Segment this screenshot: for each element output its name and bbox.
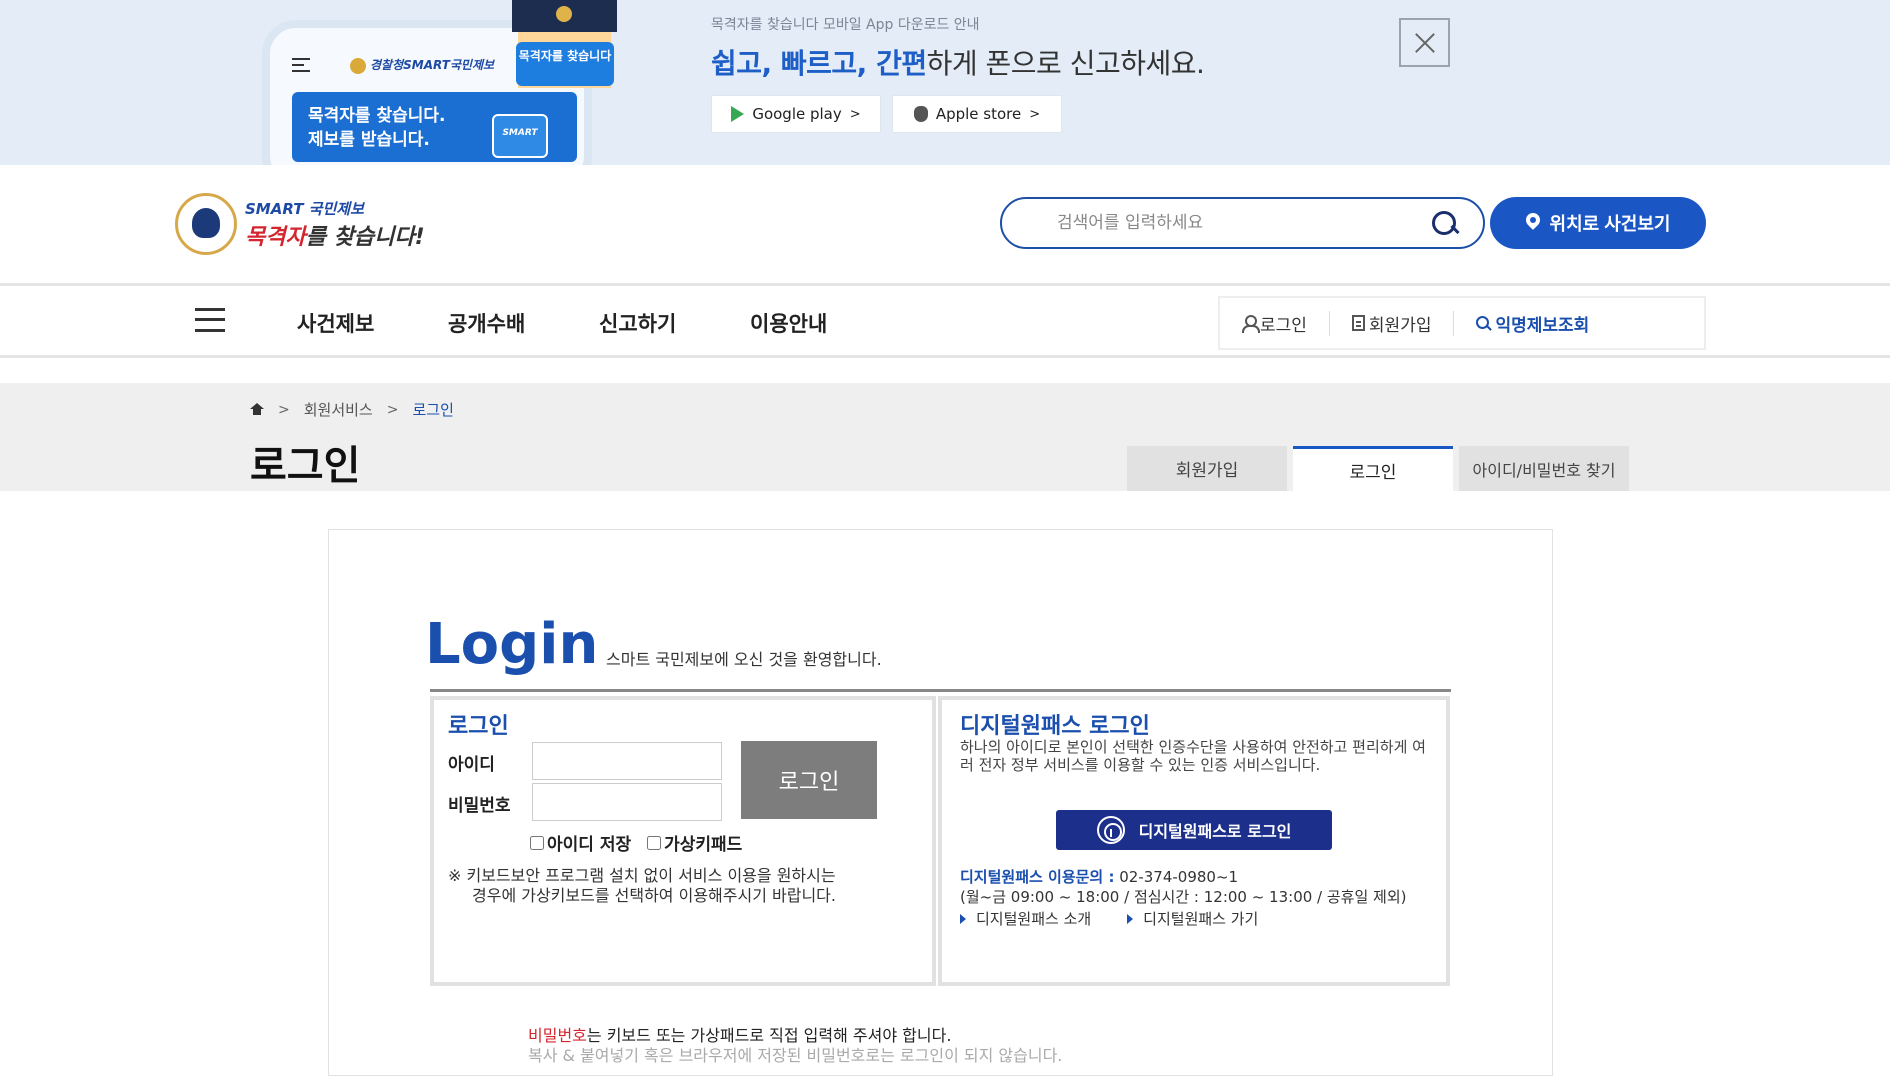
search-input[interactable] bbox=[1057, 209, 1407, 237]
banner-headline-highlight: 쉽고, 빠르고, 간편 bbox=[711, 47, 927, 80]
banner-headline: 쉽고, 빠르고, 간편하게 폰으로 신고하세요. bbox=[711, 42, 1205, 82]
page-title: 로그인 bbox=[250, 443, 361, 489]
document-icon bbox=[1351, 315, 1365, 331]
police-mascot: 목격자를 찾습니다 bbox=[512, 0, 617, 92]
digital-onepass-go-link[interactable]: 디지털원패스 가기 bbox=[1127, 908, 1258, 929]
google-play-button[interactable]: Google play > bbox=[711, 95, 881, 133]
mascot-sign: 목격자를 찾습니다 bbox=[516, 42, 614, 86]
phone-mini-logo: SMART bbox=[492, 114, 548, 158]
site-header: SMART 국민제보 목격자를 찾습니다! 위치로 사건보기 bbox=[0, 165, 1890, 283]
password-label: 비밀번호 bbox=[448, 796, 511, 816]
main-nav: 사건제보 공개수배 신고하기 이용안내 로그인 회원가입 익명제보조회 bbox=[0, 283, 1890, 358]
tab-find-id-password[interactable]: 아이디/비밀번호 찾기 bbox=[1459, 446, 1629, 491]
hamburger-menu-icon[interactable] bbox=[195, 308, 225, 332]
phone-card-line1: 목격자를 찾습니다. bbox=[308, 106, 446, 126]
login-button[interactable]: 로그인 bbox=[741, 741, 877, 819]
logo-text-top: SMART 국민제보 bbox=[245, 199, 364, 218]
police-emblem-icon bbox=[175, 193, 237, 255]
phone-app-card: 목격자를 찾습니다. 제보를 받습니다. SMART bbox=[292, 92, 577, 162]
view-by-location-button[interactable]: 위치로 사건보기 bbox=[1490, 197, 1706, 249]
triangle-right-icon bbox=[1127, 913, 1134, 924]
breadcrumb-member-service[interactable]: 회원서비스 bbox=[304, 399, 373, 420]
chevron-right-icon: > bbox=[278, 401, 290, 418]
login-heading: Login bbox=[425, 612, 599, 677]
close-icon[interactable] bbox=[1399, 18, 1450, 67]
utility-links: 로그인 회원가입 익명제보조회 bbox=[1218, 296, 1706, 350]
welcome-text: 스마트 국민제보에 오신 것을 환영합니다. bbox=[606, 650, 882, 669]
digital-onepass-login-button[interactable]: 디지털원패스로 로그인 bbox=[1056, 810, 1332, 850]
banner-headline-rest: 하게 폰으로 신고하세요. bbox=[926, 47, 1205, 80]
password-input[interactable] bbox=[532, 783, 722, 821]
breadcrumb-current[interactable]: 로그인 bbox=[412, 399, 453, 420]
triangle-right-icon bbox=[960, 913, 966, 924]
digital-onepass-description: 하나의 아이디로 본인이 선택한 인증수단을 사용하여 안전하고 편리하게 여러… bbox=[960, 738, 1426, 774]
util-signup-link[interactable]: 회원가입 bbox=[1328, 310, 1454, 336]
virtual-keypad-option[interactable]: 가상키패드 bbox=[647, 830, 742, 855]
keyboard-security-note: ※ 키보드보안 프로그램 설치 없이 서비스 이용을 원하시는 경우에 가상키보… bbox=[448, 866, 836, 905]
login-panel-title: 로그인 bbox=[448, 714, 509, 739]
login-panel: 로그인 아이디 비밀번호 로그인 아이디 저장 가상키패드 ※ 키보드보안 프로… bbox=[430, 696, 936, 986]
digital-onepass-panel: 디지털원패스 로그인 하나의 아이디로 본인이 선택한 인증수단을 사용하여 안… bbox=[938, 696, 1450, 986]
apple-store-button[interactable]: Apple store > bbox=[892, 95, 1062, 133]
magnifier-icon bbox=[1476, 315, 1491, 331]
nav-item-wanted[interactable]: 공개수배 bbox=[448, 308, 525, 338]
phone-card-line2: 제보를 받습니다. bbox=[308, 130, 430, 150]
fingerprint-icon bbox=[1096, 816, 1125, 844]
chevron-right-icon: > bbox=[849, 106, 861, 122]
digital-onepass-intro-link[interactable]: 디지털원패스 소개 bbox=[960, 908, 1091, 929]
save-id-option[interactable]: 아이디 저장 bbox=[530, 830, 631, 855]
chevron-right-icon: > bbox=[386, 401, 399, 418]
tab-login[interactable]: 로그인 bbox=[1293, 446, 1453, 491]
menu-icon bbox=[292, 58, 310, 72]
id-label: 아이디 bbox=[448, 755, 495, 775]
chevron-right-icon: > bbox=[1029, 106, 1041, 122]
id-input[interactable] bbox=[532, 742, 722, 780]
mascot-cap bbox=[512, 0, 617, 32]
nav-item-report[interactable]: 신고하기 bbox=[599, 308, 676, 338]
location-pin-icon bbox=[1526, 213, 1542, 233]
site-logo[interactable]: SMART 국민제보 목격자를 찾습니다! bbox=[175, 193, 425, 255]
banner-subtitle: 목격자를 찾습니다 모바일 App 다운로드 안내 bbox=[711, 17, 980, 33]
digital-onepass-title: 디지털원패스 로그인 bbox=[960, 714, 1150, 739]
logo-text-bottom: 목격자를 찾습니다! bbox=[245, 224, 425, 250]
phone-app-logo: 경찰청SMART국민제보 bbox=[350, 56, 494, 74]
util-anonymous-report-link[interactable]: 익명제보조회 bbox=[1453, 310, 1611, 336]
breadcrumb: > 회원서비스 > 로그인 bbox=[250, 399, 454, 420]
login-options: 아이디 저장 가상키패드 bbox=[530, 830, 742, 855]
nav-item-guide[interactable]: 이용안내 bbox=[750, 308, 827, 338]
person-icon bbox=[1242, 315, 1260, 333]
digital-onepass-inquiry: 디지털원패스 이용문의 : 02-374-0980~1 bbox=[960, 868, 1239, 886]
app-download-banner: 경찰청SMART국민제보 목격자를 찾습니다. 제보를 받습니다. SMART 목… bbox=[0, 0, 1890, 165]
home-icon[interactable] bbox=[250, 403, 264, 416]
nav-item-case-report[interactable]: 사건제보 bbox=[297, 308, 374, 338]
save-id-checkbox[interactable] bbox=[530, 835, 544, 850]
search-box bbox=[1000, 197, 1485, 249]
divider bbox=[430, 689, 1451, 692]
police-seal-icon bbox=[350, 57, 366, 74]
google-play-icon bbox=[731, 106, 745, 122]
paste-warning-note: 복사 & 붙여넣기 혹은 브라우저에 저장된 비밀번호로는 로그인이 되지 않습… bbox=[528, 1046, 1063, 1065]
util-login-link[interactable]: 로그인 bbox=[1220, 311, 1329, 336]
digital-onepass-links: 디지털원패스 소개 디지털원패스 가기 bbox=[960, 908, 1258, 929]
tab-signup[interactable]: 회원가입 bbox=[1127, 446, 1287, 491]
apple-icon bbox=[913, 106, 928, 122]
digital-onepass-hours: (월~금 09:00 ~ 18:00 / 점심시간 : 12:00 ~ 13:0… bbox=[960, 888, 1407, 906]
virtual-keypad-checkbox[interactable] bbox=[647, 835, 662, 850]
page-title-band: > 회원서비스 > 로그인 로그인 회원가입 로그인 아이디/비밀번호 찾기 bbox=[0, 383, 1890, 491]
search-icon[interactable] bbox=[1430, 209, 1460, 239]
